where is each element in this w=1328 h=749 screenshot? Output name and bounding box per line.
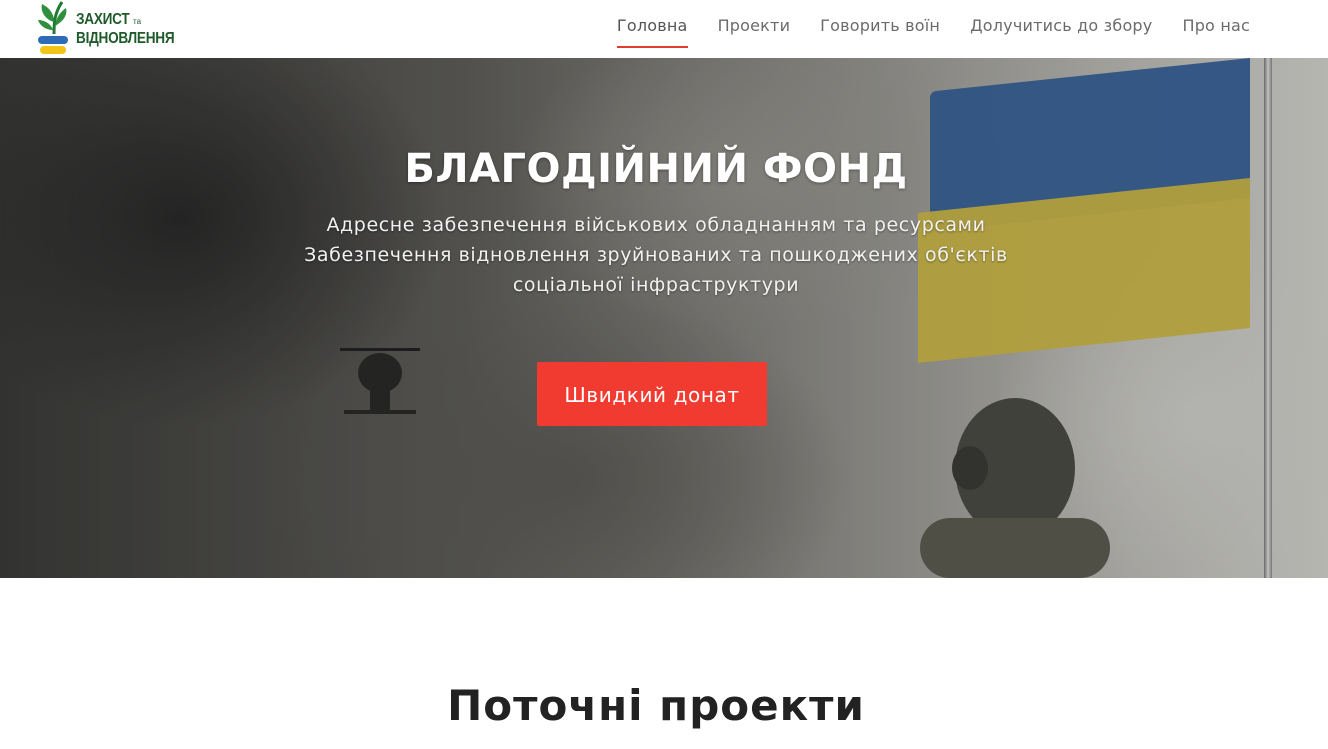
main-nav: Головна Проекти Говорить воїн Долучитись… <box>616 14 1250 48</box>
nav-item-projects[interactable]: Проекти <box>718 14 791 44</box>
hero-subtitle-line-2: Забезпечення відновлення зруйнованих та … <box>304 244 1008 266</box>
site-header: ЗАХИСТ та ВІДНОВЛЕННЯ Головна Проекти Го… <box>0 0 1328 58</box>
hero-title: БЛАГОДІЙНИЙ ФОНД <box>404 146 908 192</box>
sprout-icon <box>38 1 68 54</box>
hero-subtitle-line-3: соціальної інфраструктури <box>512 274 800 296</box>
site-logo[interactable]: ЗАХИСТ та ВІДНОВЛЕННЯ <box>36 0 186 58</box>
hero-subtitle-line-1: Адресне забезпечення військових обладнан… <box>326 214 986 236</box>
hero-content: БЛАГОДІЙНИЙ ФОНД Адресне забезпечення ві… <box>0 58 1328 578</box>
nav-item-about[interactable]: Про нас <box>1182 14 1250 44</box>
hero-banner: БЛАГОДІЙНИЙ ФОНД Адресне забезпечення ві… <box>0 58 1328 578</box>
nav-item-join-fundraising[interactable]: Долучитись до збору <box>970 14 1152 44</box>
section-title-current-projects: Поточні проекти <box>447 681 865 730</box>
logo-text-line1: ЗАХИСТ <box>76 11 130 28</box>
logo-text-line2: ВІДНОВЛЕННЯ <box>76 30 175 47</box>
nav-item-warrior-speaks[interactable]: Говорить воїн <box>820 14 940 44</box>
nav-item-home[interactable]: Головна <box>616 14 688 48</box>
quick-donate-button[interactable]: Швидкий донат <box>537 362 767 426</box>
logo-text-ta: та <box>133 17 142 26</box>
